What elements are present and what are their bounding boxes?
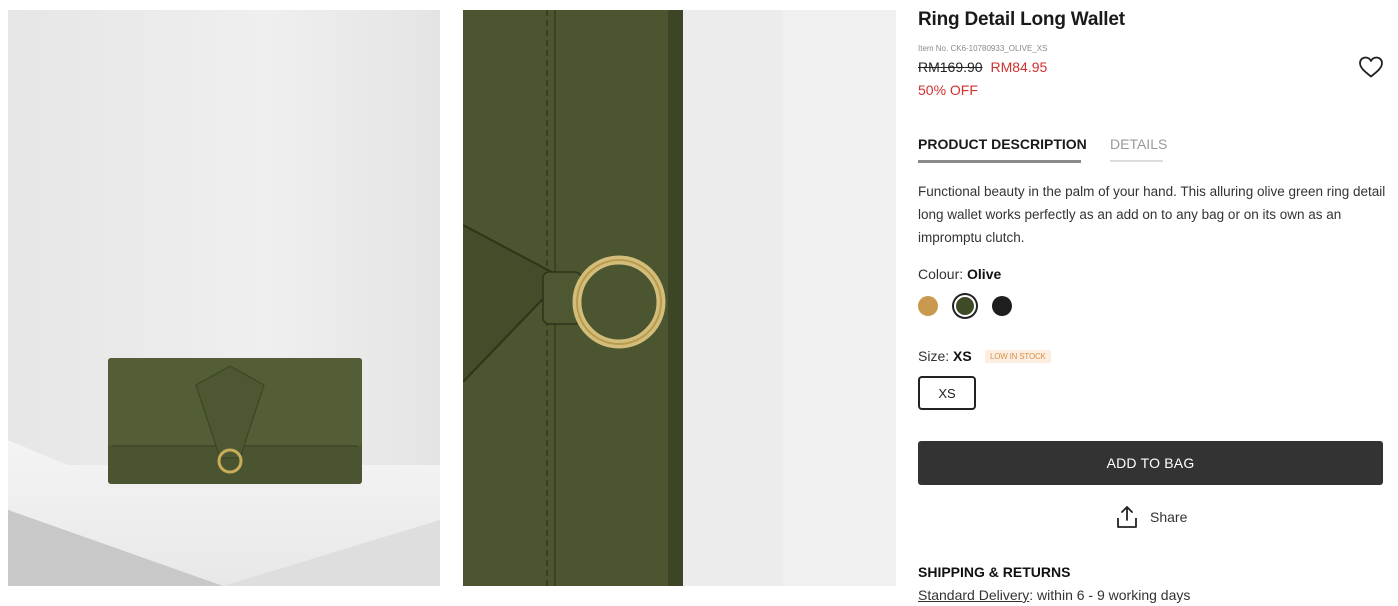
- tab-details[interactable]: DETAILS: [1110, 136, 1167, 162]
- wallet-front-image: [8, 10, 440, 586]
- discount-label: 50% OFF: [918, 82, 978, 98]
- stock-badge: LOW IN STOCK: [985, 350, 1051, 363]
- selected-colour: Olive: [967, 266, 1002, 282]
- delivery-info: Standard Delivery: within 6 - 9 working …: [918, 587, 1190, 603]
- shipping-returns-heading[interactable]: SHIPPING & RETURNS: [918, 564, 1070, 580]
- product-image-main[interactable]: [8, 10, 440, 586]
- size-label: Size: XS: [918, 348, 972, 364]
- colour-label: Colour: Olive: [918, 266, 1001, 282]
- size-label-text: Size:: [918, 348, 950, 364]
- price-row: RM169.90 RM84.95: [918, 59, 1047, 75]
- share-label: Share: [1150, 509, 1188, 525]
- share-button[interactable]: Share: [1116, 505, 1187, 529]
- standard-delivery-link[interactable]: Standard Delivery: [918, 587, 1029, 603]
- colour-swatch-black[interactable]: [992, 296, 1012, 316]
- size-option-xs[interactable]: XS: [918, 376, 976, 410]
- product-title: Ring Detail Long Wallet: [918, 9, 1125, 30]
- colour-swatch-olive[interactable]: [954, 295, 976, 317]
- item-number: Item No. CK6-10780933_OLIVE_XS: [918, 44, 1048, 53]
- colour-label-text: Colour:: [918, 266, 964, 282]
- colour-swatch-tan[interactable]: [918, 296, 938, 316]
- original-price: RM169.90: [918, 59, 983, 75]
- selected-size: XS: [953, 348, 972, 364]
- heart-icon: [1359, 56, 1383, 78]
- add-to-bag-button[interactable]: ADD TO BAG: [918, 441, 1383, 485]
- product-description: Functional beauty in the palm of your ha…: [918, 184, 1386, 245]
- wishlist-button[interactable]: [1358, 55, 1384, 79]
- delivery-time: : within 6 - 9 working days: [1029, 587, 1191, 603]
- share-icon: [1117, 506, 1137, 528]
- tab-product-description[interactable]: PRODUCT DESCRIPTION: [918, 136, 1087, 163]
- product-image-detail[interactable]: [463, 10, 896, 586]
- wallet-closeup-image: [463, 10, 896, 586]
- sale-price: RM84.95: [990, 59, 1048, 75]
